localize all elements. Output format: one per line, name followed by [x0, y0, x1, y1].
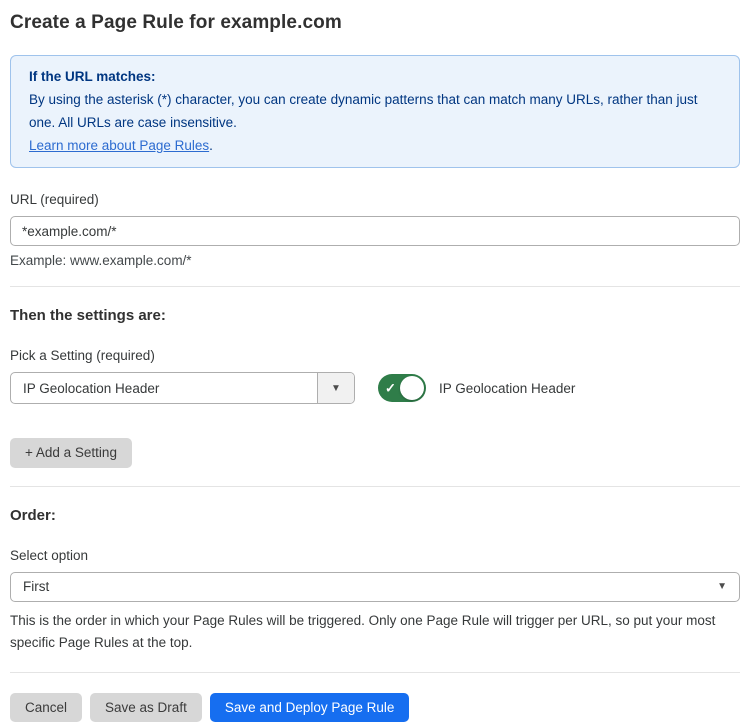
setting-select-arrow-button[interactable]: ▼ [317, 373, 354, 403]
chevron-down-icon: ▼ [331, 383, 341, 394]
info-box-heading: If the URL matches: [29, 65, 721, 88]
cancel-button[interactable]: Cancel [10, 693, 82, 722]
order-select[interactable]: First ▼ [10, 572, 740, 602]
pick-setting-label: Pick a Setting (required) [10, 348, 740, 363]
geolocation-toggle-label: IP Geolocation Header [439, 381, 575, 396]
settings-section-heading: Then the settings are: [10, 307, 740, 324]
divider [10, 286, 740, 287]
setting-select[interactable]: IP Geolocation Header ▼ [10, 372, 355, 404]
divider [10, 486, 740, 487]
setting-select-value: IP Geolocation Header [11, 381, 317, 396]
footer-actions: Cancel Save as Draft Save and Deploy Pag… [10, 693, 740, 722]
divider [10, 672, 740, 673]
check-icon: ✓ [385, 382, 396, 395]
save-draft-button[interactable]: Save as Draft [90, 693, 202, 722]
select-option-label: Select option [10, 548, 740, 563]
url-field-label: URL (required) [10, 192, 740, 207]
toggle-knob [400, 376, 424, 400]
save-deploy-button[interactable]: Save and Deploy Page Rule [210, 693, 410, 722]
order-select-value: First [23, 579, 49, 594]
chevron-down-icon: ▼ [717, 581, 727, 592]
add-setting-button[interactable]: + Add a Setting [10, 438, 132, 468]
geolocation-toggle[interactable]: ✓ [378, 374, 426, 402]
url-input[interactable] [10, 216, 740, 246]
url-example-helper: Example: www.example.com/* [10, 253, 740, 268]
page-rule-form: Create a Page Rule for example.com If th… [0, 0, 750, 722]
setting-row: IP Geolocation Header ▼ ✓ IP Geolocation… [10, 372, 740, 404]
geolocation-toggle-group: ✓ IP Geolocation Header [378, 374, 575, 402]
info-box-body: By using the asterisk (*) character, you… [29, 88, 721, 134]
order-section-heading: Order: [10, 507, 740, 524]
page-title: Create a Page Rule for example.com [10, 0, 740, 34]
link-period: . [209, 138, 213, 153]
order-helper-text: This is the order in which your Page Rul… [10, 610, 740, 654]
info-box-link-line: Learn more about Page Rules. [29, 134, 721, 157]
url-match-info-box: If the URL matches: By using the asteris… [10, 55, 740, 168]
learn-more-link[interactable]: Learn more about Page Rules [29, 138, 209, 153]
